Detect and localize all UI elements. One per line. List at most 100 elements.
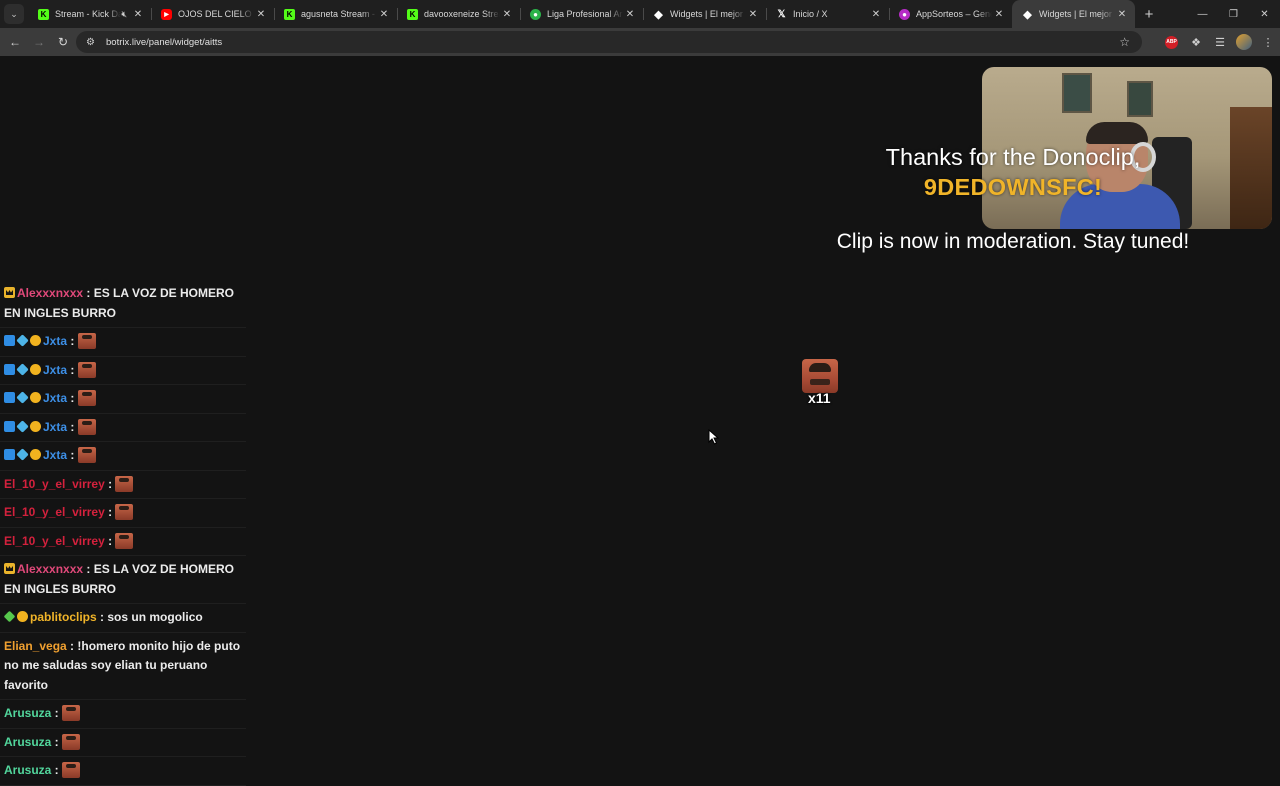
chat-message: El_10_y_el_virrey :: [0, 499, 246, 528]
crown-badge-icon: [4, 563, 15, 574]
coin-badge-icon: [30, 363, 41, 375]
chat-username[interactable]: Arusuza: [4, 706, 51, 720]
donoclip-thanks-text: Thanks for the Donoclip,: [885, 144, 1141, 170]
tab[interactable]: K Stream - Kick Da 🔇︎ ✕: [28, 0, 151, 28]
emote-icon: [77, 361, 96, 378]
chat-separator: :: [67, 334, 78, 348]
close-tab-icon[interactable]: ✕: [623, 9, 637, 20]
chat-separator: :: [51, 706, 63, 720]
close-tab-icon[interactable]: ✕: [992, 9, 1006, 20]
tab[interactable]: Kagusneta Stream - W✕: [274, 0, 397, 28]
chat-separator: :: [66, 638, 78, 653]
close-tab-icon[interactable]: ✕: [254, 9, 268, 20]
forward-button[interactable]: →: [27, 30, 51, 54]
tab-title: AppSorteos – Genera: [916, 9, 992, 19]
tab-title: OJOS DEL CIELO - Yo: [178, 9, 254, 19]
reload-button[interactable]: ↻: [51, 30, 75, 54]
chat-username[interactable]: El_10_y_el_virrey: [4, 477, 105, 491]
adblock-extension-icon[interactable]: ABP: [1165, 35, 1178, 49]
coin-badge-icon: [30, 335, 41, 346]
close-window-icon[interactable]: ✕: [1249, 0, 1280, 28]
url-text[interactable]: botrix.live/panel/widget/aitts: [106, 37, 222, 48]
coin-badge-icon: [30, 420, 41, 432]
cube-badge-icon: [16, 419, 29, 433]
chat-username[interactable]: Arusuza: [4, 763, 51, 777]
chat-separator: :: [51, 734, 63, 749]
chat-username[interactable]: Alexxxnxxx: [17, 562, 83, 576]
appsorteos-icon: ●: [899, 8, 910, 20]
chat-username[interactable]: Alexxxnxxx: [17, 286, 83, 300]
chat-message: Elian_vega : !homero monito hijo de puto…: [0, 633, 246, 700]
close-tab-icon[interactable]: ✕: [500, 9, 514, 20]
chevron-down-icon: ⌄: [10, 8, 18, 19]
tab[interactable]: ● AppSorteos – Genera✕: [889, 0, 1012, 28]
chat-username[interactable]: Jxta: [43, 334, 67, 348]
diamond-icon: ◆: [1023, 8, 1032, 21]
cube-badge-icon: [16, 391, 29, 404]
browser-toolbar: ← → ↻ ⚙ botrix.live/panel/widget/aitts ☆…: [0, 28, 1280, 56]
tab[interactable]: Kdavooxeneize Stream✕: [397, 0, 520, 28]
address-bar[interactable]: ⚙ botrix.live/panel/widget/aitts ☆: [76, 31, 1142, 53]
chat-username[interactable]: Jxta: [43, 448, 67, 462]
background-shelf: [1230, 107, 1272, 229]
emote-icon: [62, 733, 81, 750]
tab[interactable]: ◆ Widgets | El mejor so✕: [643, 0, 766, 28]
chat-username[interactable]: Jxta: [43, 420, 67, 434]
emote-icon: [77, 333, 96, 349]
coin-badge-icon: [30, 449, 41, 460]
x-badge-icon: [4, 420, 15, 432]
widget-preview: Thanks for the Donoclip, 9DEDOWNSFC! Cli…: [0, 57, 1280, 786]
streamer-hair: [1086, 122, 1148, 144]
chat-username[interactable]: El_10_y_el_virrey: [4, 505, 105, 519]
close-tab-icon[interactable]: ✕: [1115, 9, 1129, 20]
emote-icon: [77, 390, 96, 406]
close-tab-icon[interactable]: ✕: [869, 9, 883, 20]
minimize-icon[interactable]: —: [1187, 0, 1218, 28]
cube-badge-icon: [16, 362, 29, 376]
chat-username[interactable]: Elian_vega: [4, 639, 67, 653]
x-badge-icon: [4, 363, 15, 375]
chat-username[interactable]: Arusuza: [4, 735, 51, 749]
chat-separator: :: [83, 562, 94, 576]
coin-badge-icon: [17, 611, 28, 622]
tab-search-button[interactable]: ⌄: [4, 4, 24, 24]
chat-username[interactable]: El_10_y_el_virrey: [4, 534, 105, 548]
emote-count: x11: [808, 390, 831, 406]
chat-username[interactable]: pablitoclips: [30, 610, 97, 624]
extensions-icon[interactable]: ❖: [1184, 36, 1208, 49]
chat-username[interactable]: Jxta: [43, 363, 67, 377]
close-tab-icon[interactable]: ✕: [746, 9, 760, 20]
x-icon: 𝕏: [777, 8, 786, 20]
tab-title: Stream - Kick Da: [55, 9, 122, 19]
muted-speaker-icon[interactable]: 🔇︎: [121, 9, 127, 20]
moderation-message: Clip is now in moderation. Stay tuned!: [836, 230, 1190, 253]
tab[interactable]: 𝕏 Inicio / X ✕: [766, 0, 889, 28]
gem-badge-icon: [3, 610, 16, 623]
tab[interactable]: ▶ OJOS DEL CIELO - Yo✕: [151, 0, 274, 28]
media-controls-icon[interactable]: ☰: [1208, 36, 1232, 49]
bookmark-star-icon[interactable]: ☆: [1119, 35, 1130, 49]
tab[interactable]: ● Liga Profesional Arge✕: [520, 0, 643, 28]
wall-poster: [1062, 73, 1092, 113]
chat-separator: :: [96, 610, 108, 624]
chat-message: Alexxxnxxx : ES LA VOZ DE HOMERO EN INGL…: [0, 280, 246, 328]
emote-icon: [62, 705, 81, 721]
wall-poster: [1127, 81, 1153, 117]
crown-badge-icon: [4, 287, 15, 298]
tab-title: Widgets | El mejor so: [670, 9, 746, 19]
tab[interactable]: ◆ Widgets | El mejor so✕: [1012, 0, 1135, 28]
restore-icon[interactable]: ❐: [1218, 0, 1249, 28]
menu-icon[interactable]: ⋮: [1256, 36, 1280, 49]
tab-title: Widgets | El mejor so: [1039, 9, 1115, 19]
new-tab-button[interactable]: +: [1137, 6, 1161, 23]
chat-separator: :: [83, 286, 94, 300]
chat-username[interactable]: Jxta: [43, 391, 67, 405]
back-button[interactable]: ←: [3, 30, 27, 54]
profile-avatar[interactable]: [1236, 34, 1252, 50]
close-tab-icon[interactable]: ✕: [131, 9, 145, 20]
tab-title: agusneta Stream - W: [301, 9, 377, 19]
tab-title: davooxeneize Stream: [424, 9, 500, 19]
close-tab-icon[interactable]: ✕: [377, 9, 391, 20]
site-info-icon[interactable]: ⚙: [86, 37, 100, 48]
chat-message: Arusuza :: [0, 757, 246, 786]
